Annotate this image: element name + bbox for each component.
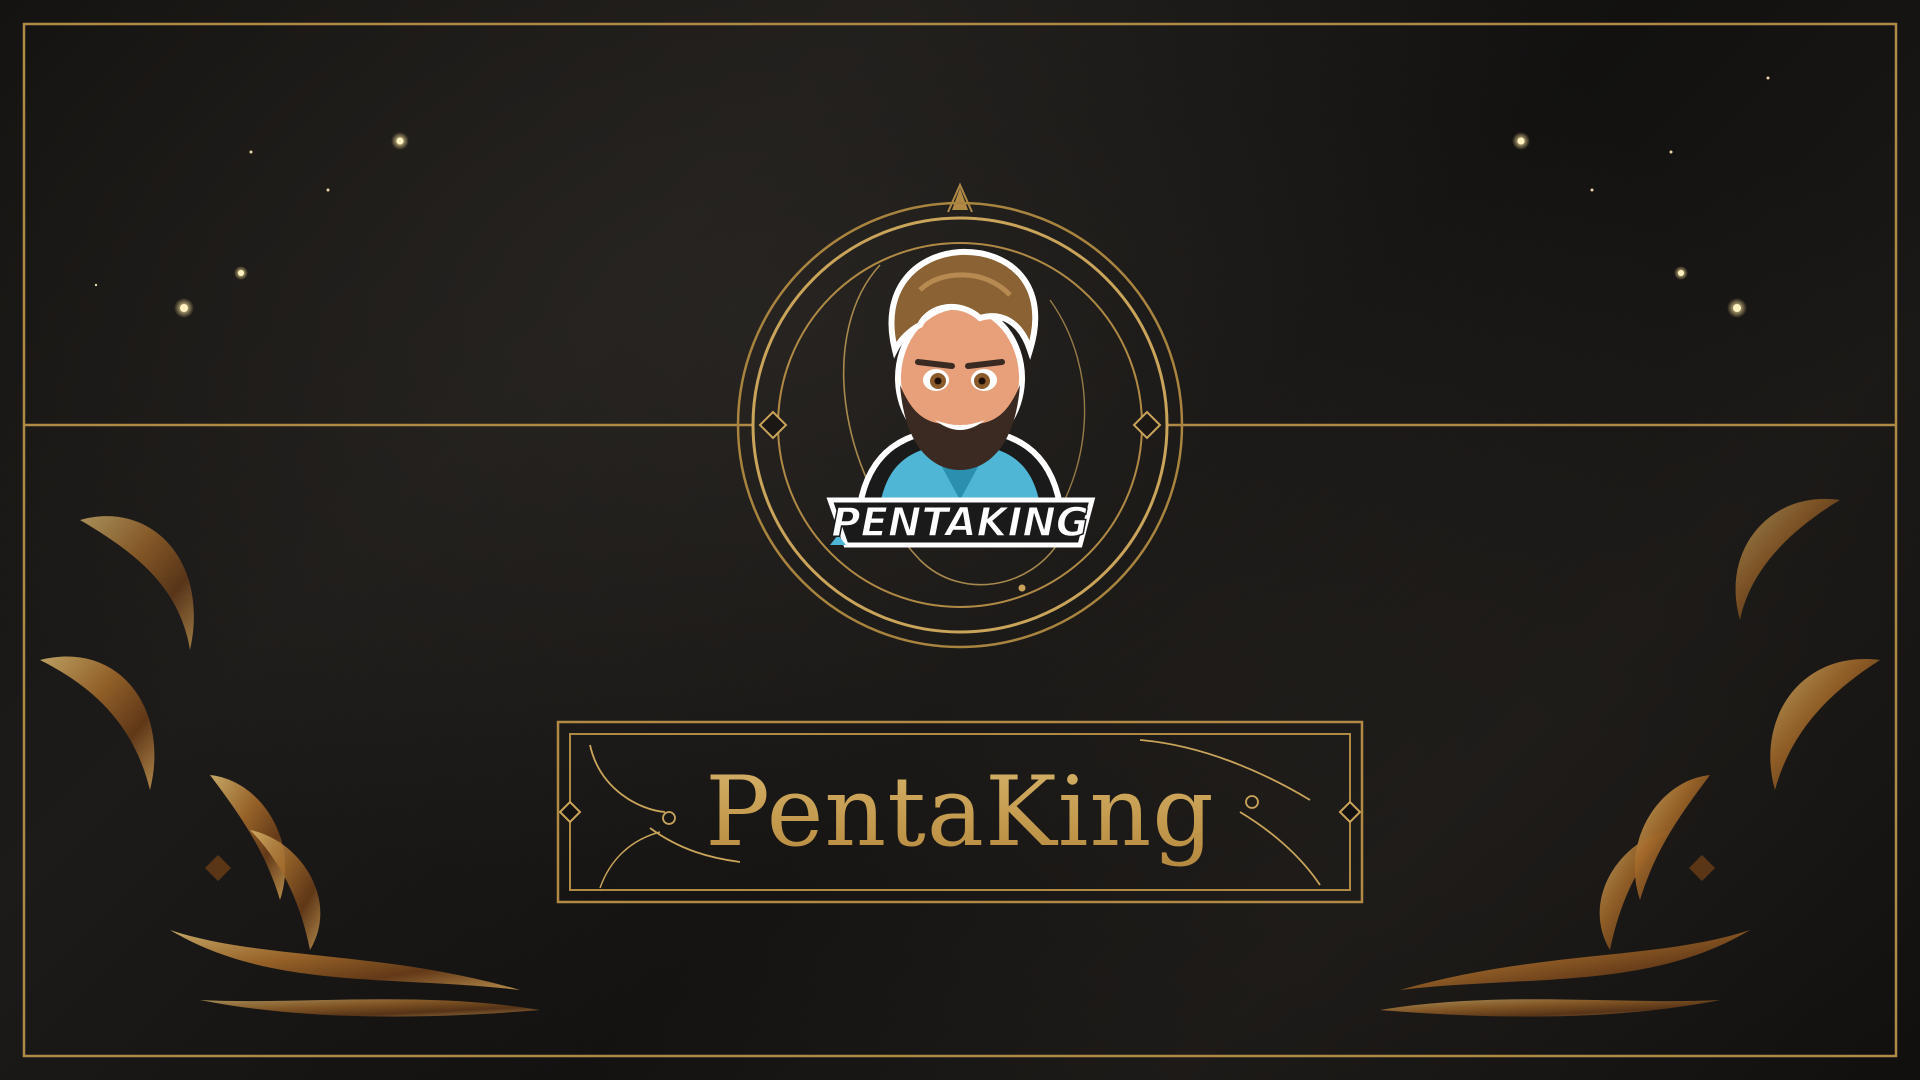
left-crescent-ornaments [40, 516, 540, 1017]
logo-wordmark: PENTAKING [831, 500, 1088, 546]
stream-overlay-background: PENTAKING PentaKing [0, 0, 1920, 1080]
streamer-name-title: PentaKing [560, 722, 1360, 902]
ornament-layer: PENTAKING [22, 22, 1898, 1058]
right-crescent-ornaments [1380, 498, 1880, 1017]
bearded-avatar-mascot-icon [857, 248, 1063, 523]
